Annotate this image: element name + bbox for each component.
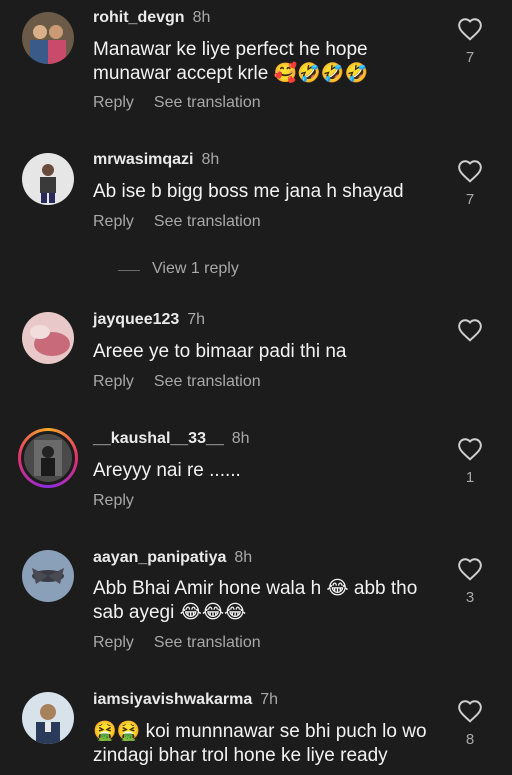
comment-text: Areee ye to bimaar padi thi na [93, 341, 347, 362]
like-button[interactable]: 8 [455, 699, 485, 749]
reply-button[interactable]: Reply [93, 492, 134, 509]
reply-button[interactable]: Reply [93, 94, 134, 111]
username[interactable]: iamsiyavishwakarma [93, 691, 252, 708]
avatar[interactable] [22, 153, 74, 205]
username[interactable]: rohit_devgn [93, 9, 185, 26]
comment-text: 🤮🤮 koi munnnawar se bhi puch lo wo zinda… [93, 721, 427, 766]
timestamp: 8h [192, 9, 211, 26]
timestamp: 8h [201, 151, 220, 168]
timestamp: 8h [234, 549, 253, 566]
timestamp: 8h [231, 430, 250, 447]
view-replies-label: View 1 reply [152, 260, 239, 277]
username[interactable]: __kaushal__33__ [93, 430, 224, 447]
heart-icon [458, 319, 482, 342]
heart-icon [458, 18, 482, 41]
like-button[interactable] [455, 318, 485, 342]
like-count: 3 [465, 589, 475, 606]
username[interactable]: mrwasimqazi [93, 151, 193, 168]
replies-divider [118, 270, 140, 271]
reply-button[interactable]: Reply [93, 213, 134, 230]
timestamp: 7h [187, 311, 206, 328]
timestamp: 7h [260, 691, 279, 708]
heart-icon [458, 558, 482, 581]
like-button[interactable]: 7 [455, 159, 485, 209]
reply-button[interactable]: Reply [93, 373, 134, 390]
heart-icon [458, 438, 482, 461]
like-count: 7 [465, 49, 475, 66]
like-count: 7 [465, 191, 475, 208]
like-button[interactable]: 3 [455, 557, 485, 607]
like-count: 1 [465, 469, 475, 486]
avatar[interactable] [22, 12, 74, 64]
like-count: 8 [465, 731, 475, 748]
username[interactable]: jayquee123 [93, 311, 179, 328]
avatar[interactable] [22, 692, 74, 744]
avatar[interactable] [22, 550, 74, 602]
reply-button[interactable]: Reply [93, 634, 134, 651]
comment-text: Abb Bhai Amir hone wala h 😂 abb tho sab … [93, 578, 418, 623]
see-translation-button[interactable]: See translation [154, 213, 261, 230]
username[interactable]: aayan_panipatiya [93, 549, 226, 566]
heart-icon [458, 700, 482, 723]
like-button[interactable]: 7 [455, 17, 485, 67]
heart-icon [458, 160, 482, 183]
see-translation-button[interactable]: See translation [154, 94, 261, 111]
like-button[interactable]: 1 [455, 437, 485, 487]
see-translation-button[interactable]: See translation [154, 373, 261, 390]
see-translation-button[interactable]: See translation [154, 634, 261, 651]
comment-text: Manawar ke liye perfect he hope munawar … [93, 39, 369, 84]
avatar[interactable] [22, 312, 74, 364]
comment-text: Ab ise b bigg boss me jana h shayad [93, 181, 404, 202]
avatar-with-story-ring[interactable] [18, 428, 78, 488]
comment-text: Areyyy nai re ...... [93, 460, 241, 481]
